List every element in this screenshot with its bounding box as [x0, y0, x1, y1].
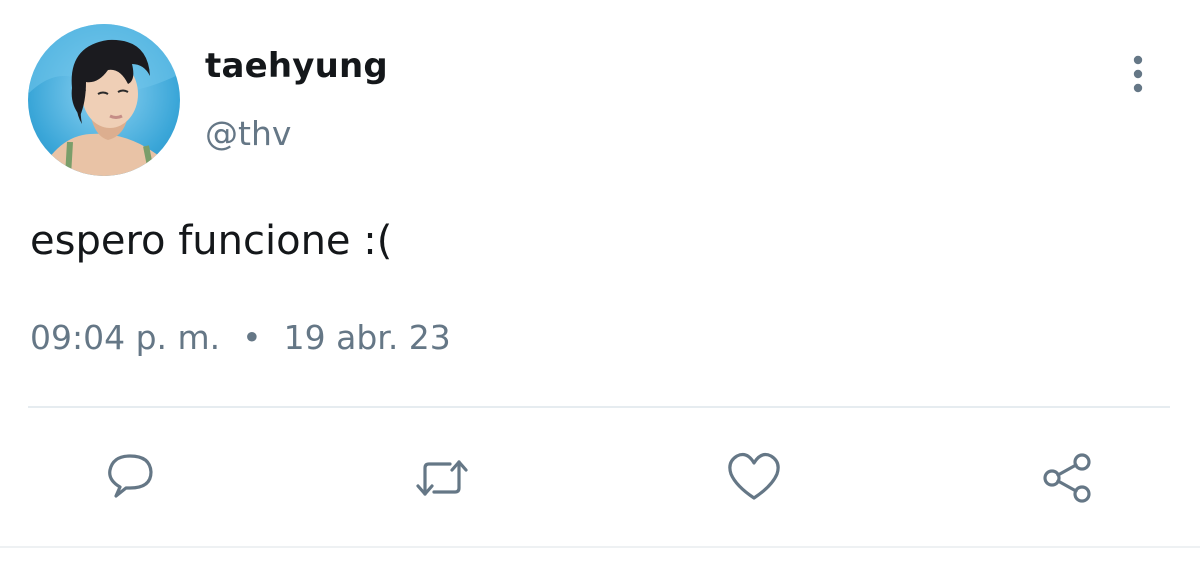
user-handle[interactable]: @thv	[205, 114, 291, 153]
tweet-time: 09:04 p. m.	[30, 318, 221, 357]
tweet-timestamp: 09:04 p. m. • 19 abr. 23	[30, 318, 451, 357]
share-icon	[1043, 453, 1091, 503]
bottom-divider	[0, 546, 1200, 548]
reply-icon	[108, 454, 153, 498]
divider	[28, 406, 1170, 408]
tweet-card: taehyung @thv espero funcione :( 09:04 p…	[0, 0, 1200, 566]
heart-icon	[728, 452, 780, 500]
tweet-date: 19 abr. 23	[283, 318, 451, 357]
reply-button[interactable]	[98, 446, 162, 510]
more-options-button[interactable]	[1118, 52, 1158, 96]
tweet-text: espero funcione :(	[30, 218, 393, 264]
display-name[interactable]: taehyung	[205, 46, 388, 86]
more-vertical-icon	[1133, 55, 1143, 93]
avatar-image	[28, 24, 180, 176]
meta-separator: •	[242, 318, 262, 357]
avatar[interactable]	[28, 24, 180, 176]
share-button[interactable]	[1036, 446, 1100, 510]
like-button[interactable]	[722, 446, 786, 510]
retweet-icon	[416, 460, 468, 496]
retweet-button[interactable]	[410, 446, 474, 510]
